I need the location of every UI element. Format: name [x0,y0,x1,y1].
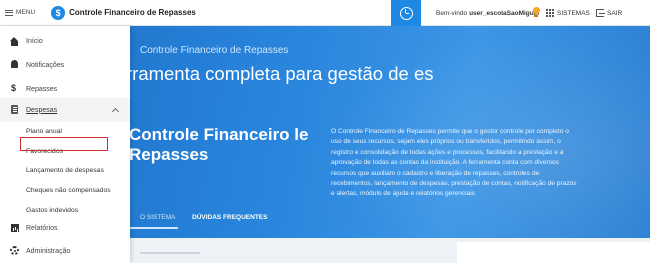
brand-name: Controle Financeiro de Repasses [69,8,196,17]
sidebar-subitem-label: Lançamento de despesas [26,166,104,174]
sidebar-subitem-lancamento-de-despesas[interactable]: Lançamento de despesas [0,160,130,180]
sidebar-subitem-label: Gastos indevidos [26,206,79,214]
clipboard-icon [11,105,18,114]
sidebar-item-label: Início [26,37,43,45]
sidebar-item-label: Relatórios [26,224,58,232]
sidebar-item-label: Repasses [26,85,58,93]
hero-subtitle: Controle Financeiro de Repasses [140,45,289,56]
exit-icon [596,9,605,17]
username: user_escolaSaoMiguel [469,9,540,17]
dollar-icon: $ [11,83,17,93]
sidebar-subitem-label: Cheques não compensados [26,186,111,194]
bell-icon [11,60,18,68]
welcome-prefix: Bem-vindo [436,9,468,17]
sidebar-item-notificacoes[interactable]: Notificações [0,53,130,77]
hero-description: O Controle Financeiro de Repasses permit… [331,128,577,198]
sidebar-subitem-label: Plano anual [26,127,62,135]
hero-title: rramenta completa para gestão de es [126,63,434,84]
sistemas-label: SISTEMAS [557,9,590,17]
sidebar-item-despesas[interactable]: Despesas [0,98,130,122]
tab-duvidas-frequentes[interactable]: DÚVIDAS FREQUENTES [192,214,267,221]
dollar-logo-icon: $ [51,5,66,20]
clock-icon [399,6,413,20]
logout-label: SAIR [607,9,623,17]
logout-button[interactable]: SAIR [596,0,622,26]
gear-icon [10,246,19,255]
sidebar-item-label: Despesas [26,106,58,114]
sidebar-subitem-cheques-nao-compensados[interactable]: Cheques não compensados [0,180,130,200]
active-tab-indicator [128,227,178,229]
welcome-text: Bem-vindo user_escolaSaoMiguel [436,0,539,26]
brand[interactable]: $ Controle Financeiro de Repasses [51,5,196,20]
sidebar-item-label: Administração [26,247,71,255]
chevron-up-icon [111,107,120,116]
hero-product-title: Controle Financeiro le Repasses [129,125,309,164]
section-divider [140,252,200,254]
lightbulb-icon[interactable] [531,7,541,18]
sidebar-item-relatorios[interactable]: Relatórios [0,216,130,240]
menu-button[interactable]: MENU [0,0,35,26]
apps-grid-icon [546,9,554,17]
history-button[interactable] [391,0,421,26]
highlight-box [20,137,108,151]
sidebar-item-label: Notificações [26,61,65,69]
content-card [457,242,650,263]
menu-label: MENU [16,9,36,16]
sistemas-button[interactable]: SISTEMAS [546,0,590,26]
tab-o-sistema[interactable]: O SISTEMA [140,214,175,221]
hamburger-icon [5,9,13,16]
chart-icon [11,224,19,232]
sidebar-item-inicio[interactable]: Início [0,29,130,53]
sidebar-item-administracao[interactable]: Administração [0,239,130,263]
